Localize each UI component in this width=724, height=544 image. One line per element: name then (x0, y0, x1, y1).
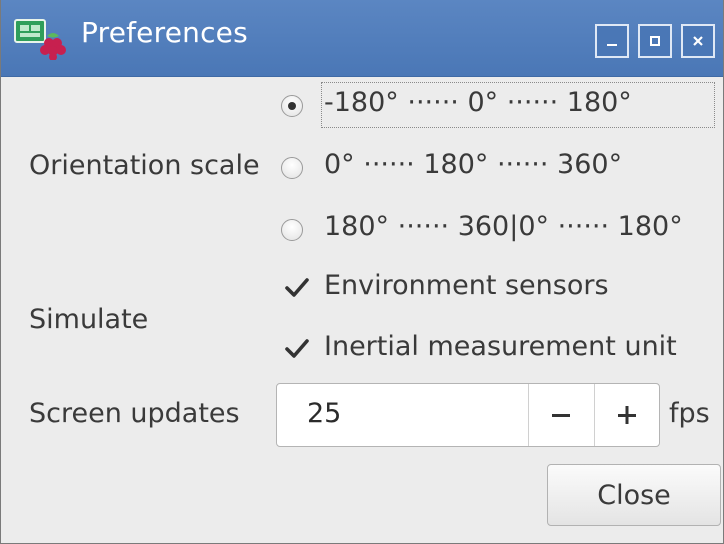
minimize-button[interactable] (595, 24, 629, 58)
increment-button[interactable] (595, 384, 659, 446)
orientation-radio-1[interactable] (281, 95, 303, 117)
simulate-label: Simulate (29, 304, 149, 335)
environment-sensors-label[interactable]: Environment sensors (324, 270, 609, 301)
window-title: Preferences (81, 16, 248, 49)
orientation-option-1-label[interactable]: -180° ······ 0° ······ 180° (324, 87, 632, 118)
maximize-button[interactable] (638, 24, 672, 58)
maximize-icon (650, 36, 660, 46)
minus-icon (552, 414, 570, 417)
environment-sensors-checkbox[interactable] (284, 275, 310, 301)
minimize-icon (607, 44, 617, 46)
decrement-button[interactable] (529, 384, 593, 446)
orientation-radio-3[interactable] (281, 219, 303, 241)
close-window-button[interactable] (681, 24, 715, 58)
close-button[interactable]: Close (547, 464, 721, 526)
orientation-radio-2[interactable] (281, 157, 303, 179)
inertial-measurement-unit-checkbox[interactable] (284, 336, 310, 362)
fps-unit-label: fps (669, 398, 710, 429)
orientation-option-3-label[interactable]: 180° ······ 360|0° ······ 180° (324, 211, 683, 242)
inertial-measurement-unit-label[interactable]: Inertial measurement unit (324, 331, 677, 362)
raspberry-pi-app-icon (14, 19, 66, 60)
preferences-window: Preferences Orientation scale -180° ····… (0, 0, 724, 544)
screen-updates-input[interactable]: 25 (307, 398, 341, 429)
plus-icon (618, 406, 636, 424)
orientation-scale-label: Orientation scale (29, 150, 260, 181)
screen-updates-label: Screen updates (29, 398, 240, 429)
title-bar[interactable]: Preferences (1, 0, 723, 77)
orientation-option-2-label[interactable]: 0° ······ 180° ······ 360° (324, 149, 622, 180)
close-icon (693, 36, 703, 46)
